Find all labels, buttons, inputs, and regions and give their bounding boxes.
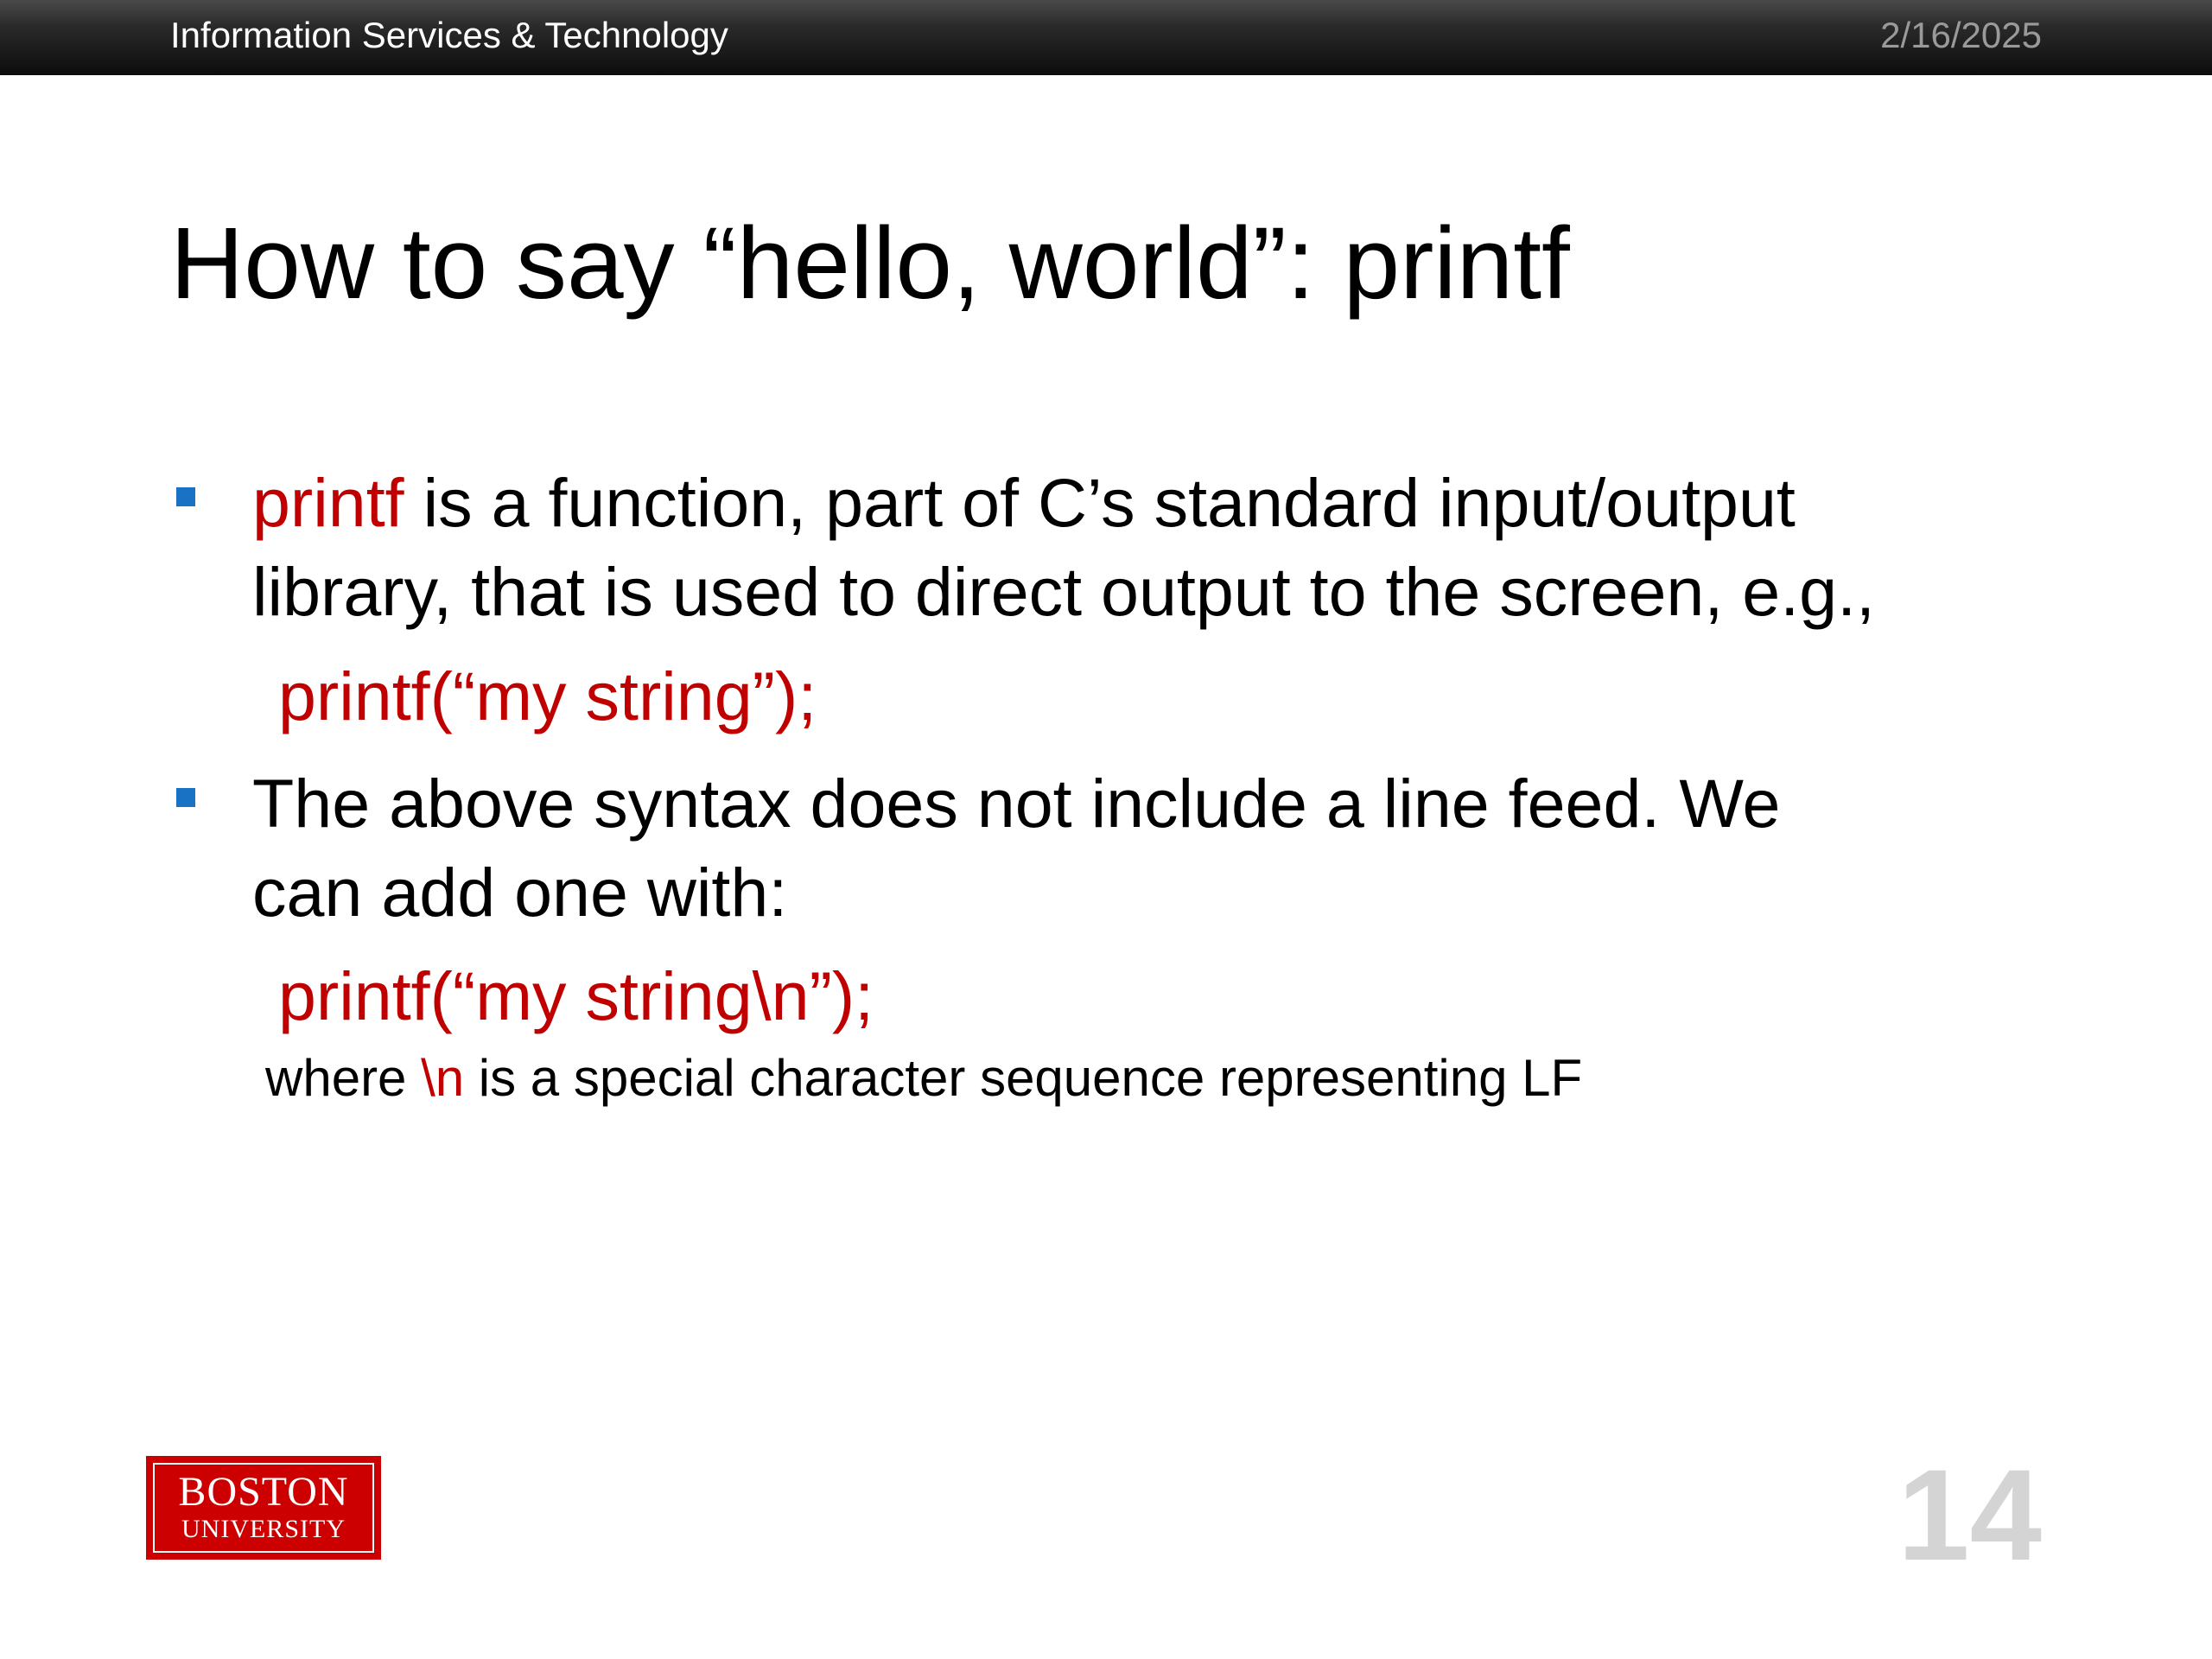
header-bar: Information Services & Technology 2/16/2…: [0, 0, 2212, 75]
newline-note: where \n is a special character sequence…: [265, 1047, 1582, 1109]
boston-university-logo: BOSTON UNIVERSITY: [146, 1456, 381, 1560]
org-name: Information Services & Technology: [170, 15, 728, 55]
bullet-square-icon: [176, 487, 195, 506]
bullet-1-line2: library, that is used to direct output t…: [252, 553, 1875, 630]
bullet-square-icon: [176, 788, 195, 807]
code-example-2: printf(“my string\n”);: [278, 957, 874, 1034]
note-suffix: is a special character sequence represen…: [464, 1049, 1583, 1107]
logo-line-2: UNIVERSITY: [181, 1515, 346, 1543]
bullet-2-line2: can add one with:: [252, 854, 788, 931]
slide-date: 2/16/2025: [1880, 15, 2042, 55]
logo-line-1: BOSTON: [178, 1469, 349, 1515]
printf-keyword: printf: [252, 464, 404, 541]
bullet-2-text: The above syntax does not include a line…: [252, 759, 2205, 937]
newline-escape: \n: [421, 1049, 465, 1107]
note-prefix: where: [265, 1049, 422, 1107]
slide-title: How to say “hello, world”: printf: [170, 207, 1570, 321]
bullet-1-line1: is a function, part of C’s standard inpu…: [404, 464, 1796, 541]
slide: Information Services & Technology 2/16/2…: [0, 0, 2212, 1659]
bullet-1-text: printf is a function, part of C’s standa…: [252, 458, 2205, 636]
code-example-1: printf(“my string”);: [278, 658, 817, 734]
bullet-2-line1: The above syntax does not include a line…: [252, 765, 1781, 842]
page-number: 14: [1897, 1442, 2042, 1587]
